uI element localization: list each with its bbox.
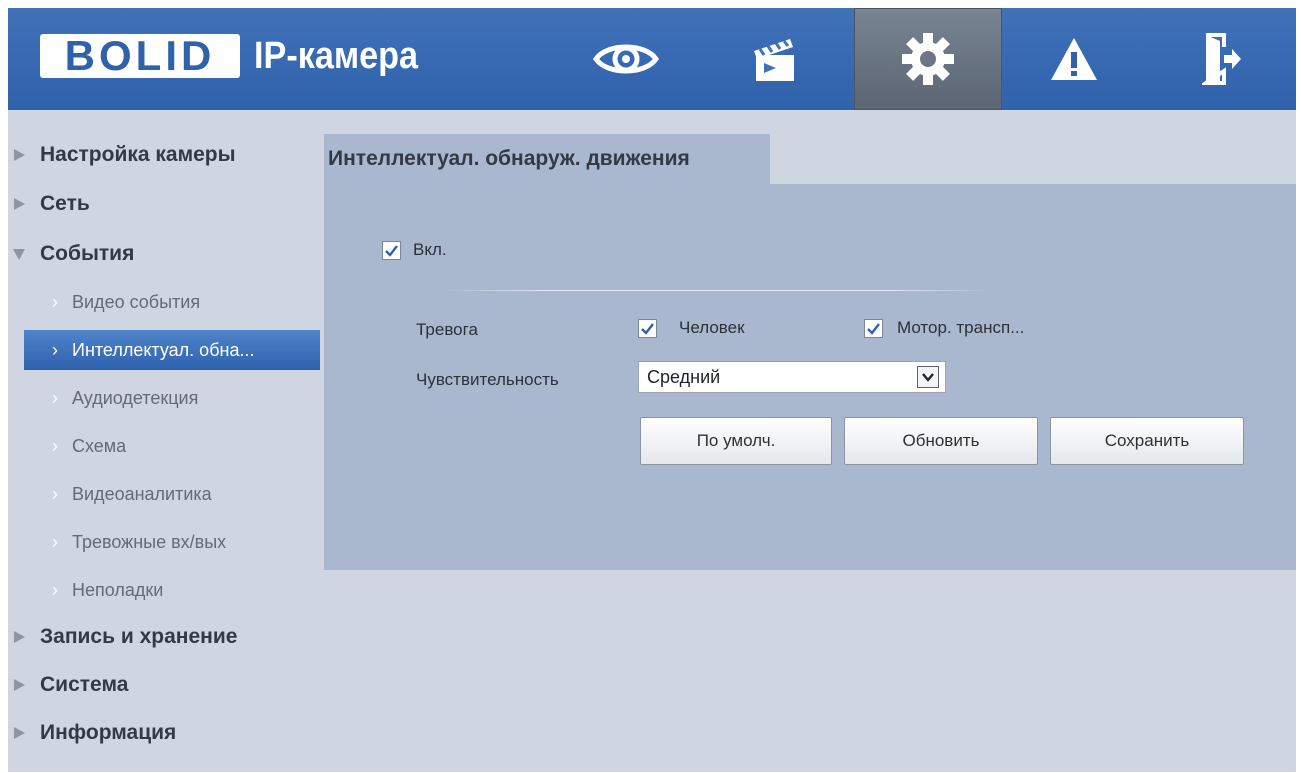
- alarm-label: Тревога: [416, 320, 478, 339]
- checkmark-icon: [867, 322, 880, 335]
- gear-icon: [902, 33, 954, 85]
- sidebar-item-label: События: [40, 242, 135, 265]
- sidebar-item-schedule[interactable]: › Схема: [8, 426, 320, 466]
- sidebar-item-video-events[interactable]: › Видео события: [8, 282, 320, 322]
- enable-label: Вкл.: [413, 240, 447, 259]
- enable-row: Вкл.: [382, 240, 447, 260]
- default-button[interactable]: По умолч.: [640, 417, 832, 465]
- logo-text: BOLID: [64, 32, 216, 79]
- sensitivity-select[interactable]: Средний: [638, 361, 946, 393]
- person-label: Человек: [679, 318, 745, 337]
- sidebar-item-label: Схема: [72, 435, 127, 456]
- nav-playback-button[interactable]: [700, 8, 848, 110]
- sidebar-item-label: Система: [40, 673, 129, 696]
- sidebar-item-events[interactable]: События: [8, 234, 320, 274]
- sidebar-item-smart-motion[interactable]: › Интеллектуал. обна...: [24, 330, 320, 370]
- warning-icon: [1051, 38, 1097, 80]
- nav-live-view-button[interactable]: [552, 8, 700, 110]
- checkmark-icon: [641, 322, 654, 335]
- person-option: Человек: [638, 318, 745, 338]
- sidebar-item-label: Сеть: [40, 192, 90, 215]
- panel-title-tab: Интеллектуал. обнаруж. движения: [324, 134, 770, 184]
- expand-arrow-icon: [14, 727, 25, 739]
- nav-settings-button[interactable]: [854, 8, 1002, 110]
- sidebar-item-label: Интеллектуал. обна...: [72, 339, 255, 360]
- refresh-button[interactable]: Обновить: [844, 417, 1038, 465]
- sidebar-item-label: Аудиодетекция: [72, 387, 199, 408]
- chevron-right-icon: ›: [52, 387, 58, 408]
- eye-icon: [593, 44, 659, 74]
- sidebar-item-camera-settings[interactable]: Настройка камеры: [8, 135, 320, 175]
- nav-alarm-button[interactable]: [1000, 8, 1148, 110]
- header-bar: BOLID IP-камера: [8, 8, 1296, 110]
- vehicle-label: Мотор. трансп...: [897, 318, 1025, 337]
- chevron-right-icon: ›: [52, 291, 58, 312]
- sidebar-item-label: Видеоаналитика: [72, 483, 212, 504]
- chevron-right-icon: ›: [52, 483, 58, 504]
- app-window: BOLID IP-камера Настройка камеры Сеть Со…: [8, 8, 1296, 772]
- sidebar-item-label: Настройка камеры: [40, 143, 236, 166]
- sidebar-item-label: Видео события: [72, 291, 201, 312]
- sidebar-item-label: Запись и хранение: [40, 625, 238, 648]
- person-checkbox[interactable]: [638, 318, 657, 338]
- sidebar-item-label: Неполадки: [72, 579, 164, 600]
- enable-checkbox[interactable]: [382, 240, 401, 260]
- sidebar-item-system[interactable]: Система: [8, 665, 320, 705]
- chevron-right-icon: ›: [52, 531, 58, 552]
- sidebar-item-alarm-io[interactable]: › Тревожные вх/вых: [8, 522, 320, 562]
- sensitivity-label: Чувствительность: [416, 370, 559, 389]
- settings-panel: Вкл. Тревога Человек Мотор. трансп... Чу…: [324, 184, 1296, 570]
- divider: [442, 290, 992, 291]
- sidebar-item-storage[interactable]: Запись и хранение: [8, 617, 320, 657]
- clapperboard-icon: [754, 39, 794, 81]
- sidebar-item-abnormality[interactable]: › Неполадки: [8, 570, 320, 610]
- chevron-right-icon: ›: [52, 579, 58, 600]
- collapse-arrow-icon: [13, 249, 25, 260]
- checkmark-icon: [385, 244, 398, 257]
- app-title: IP-камера: [254, 34, 419, 77]
- page-title: Интеллектуал. обнаруж. движения: [328, 147, 690, 170]
- vehicle-checkbox[interactable]: [864, 318, 883, 338]
- expand-arrow-icon: [14, 198, 25, 210]
- vehicle-option: Мотор. трансп...: [864, 318, 1024, 338]
- sidebar-item-audio-detection[interactable]: › Аудиодетекция: [8, 378, 320, 418]
- dropdown-button[interactable]: [917, 366, 939, 388]
- sidebar-item-label: Информация: [40, 721, 177, 744]
- chevron-right-icon: ›: [52, 339, 58, 360]
- logo: BOLID IP-камера: [40, 34, 436, 78]
- sensitivity-value: Средний: [647, 366, 721, 387]
- sidebar-item-network[interactable]: Сеть: [8, 184, 320, 224]
- save-button[interactable]: Сохранить: [1050, 417, 1244, 465]
- sidebar-item-video-analytics[interactable]: › Видеоаналитика: [8, 474, 320, 514]
- sidebar-item-label: Тревожные вх/вых: [72, 531, 227, 552]
- expand-arrow-icon: [14, 679, 25, 691]
- chevron-right-icon: ›: [52, 435, 58, 456]
- logo-badge: BOLID: [40, 34, 240, 78]
- logout-icon: [1202, 33, 1241, 85]
- expand-arrow-icon: [14, 149, 25, 161]
- expand-arrow-icon: [14, 631, 25, 643]
- chevron-down-icon: [922, 373, 934, 382]
- nav-logout-button[interactable]: [1148, 8, 1296, 110]
- sidebar-item-information[interactable]: Информация: [8, 713, 320, 753]
